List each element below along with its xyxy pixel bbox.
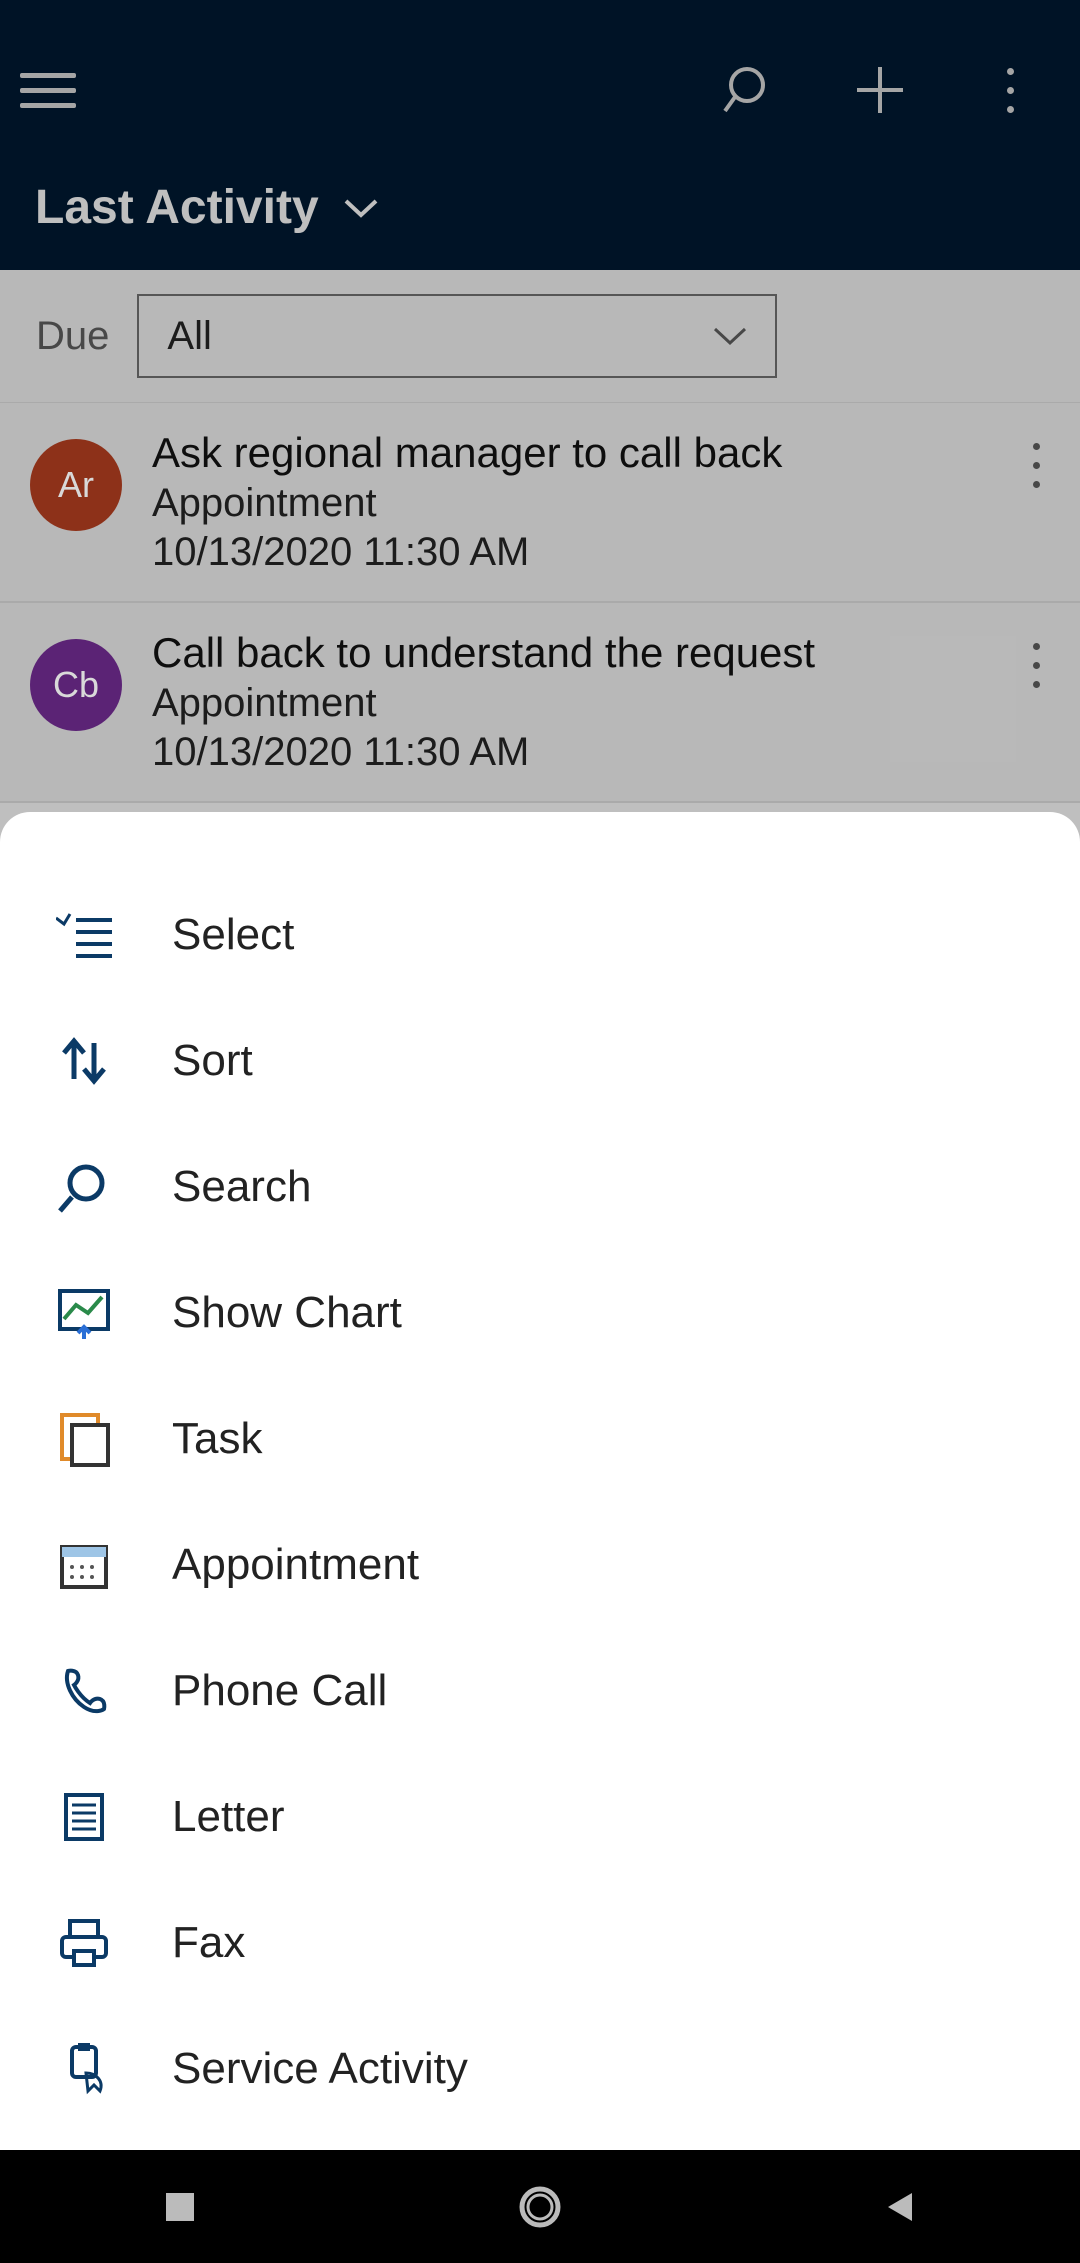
sheet-item-sort[interactable]: Sort bbox=[0, 998, 1080, 1124]
home-button[interactable] bbox=[510, 2177, 570, 2237]
sheet-item-label: Letter bbox=[172, 1792, 285, 1842]
fax-icon bbox=[56, 1915, 112, 1971]
sheet-item-fax[interactable]: Fax bbox=[0, 1880, 1080, 2006]
chevron-down-icon bbox=[713, 325, 747, 347]
sheet-item-label: Phone Call bbox=[172, 1666, 387, 1716]
sheet-item-label: Service Activity bbox=[172, 2044, 468, 2094]
back-button[interactable] bbox=[870, 2177, 930, 2237]
filter-row: Due All bbox=[0, 270, 1080, 403]
service-icon bbox=[56, 2041, 112, 2097]
due-filter-select[interactable]: All bbox=[137, 294, 777, 378]
filter-value: All bbox=[167, 314, 211, 359]
calendar-icon bbox=[56, 1537, 112, 1593]
activity-list: Ar Ask regional manager to call back App… bbox=[0, 403, 1080, 803]
sheet-item-search[interactable]: Search bbox=[0, 1124, 1080, 1250]
phone-icon bbox=[56, 1663, 112, 1719]
task-icon bbox=[56, 1411, 112, 1467]
menu-icon[interactable] bbox=[20, 60, 80, 120]
chevron-down-icon bbox=[344, 197, 378, 219]
sheet-item-task[interactable]: Task bbox=[0, 1376, 1080, 1502]
add-icon[interactable] bbox=[850, 60, 910, 120]
sheet-item-label: Sort bbox=[172, 1036, 253, 1086]
sort-icon bbox=[56, 1033, 112, 1089]
action-sheet: Select Sort Search Show Chart Task Appointmen… bbox=[0, 812, 1080, 2150]
select-icon bbox=[56, 907, 112, 963]
filter-label: Due bbox=[36, 314, 109, 359]
sheet-item-label: Select bbox=[172, 910, 294, 960]
sheet-item-service[interactable]: Service Activity bbox=[0, 2006, 1080, 2132]
recent-apps-button[interactable] bbox=[150, 2177, 210, 2237]
item-type: Appointment bbox=[152, 481, 1050, 526]
chart-icon bbox=[56, 1285, 112, 1341]
sheet-item-calendar[interactable]: Appointment bbox=[0, 1502, 1080, 1628]
sheet-item-phone[interactable]: Phone Call bbox=[0, 1628, 1080, 1754]
avatar: Ar bbox=[30, 439, 122, 531]
sheet-item-letter[interactable]: Letter bbox=[0, 1754, 1080, 1880]
sheet-item-label: Task bbox=[172, 1414, 262, 1464]
sheet-item-select[interactable]: Select bbox=[0, 872, 1080, 998]
top-bar bbox=[0, 0, 1080, 180]
sheet-item-label: Appointment bbox=[172, 1540, 419, 1590]
avatar: Cb bbox=[30, 639, 122, 731]
item-more-icon[interactable] bbox=[1033, 443, 1040, 488]
page-title: Last Activity bbox=[35, 180, 319, 235]
item-type: Appointment bbox=[152, 681, 1050, 726]
android-nav-bar bbox=[0, 2150, 1080, 2263]
item-date: 10/13/2020 11:30 AM bbox=[152, 730, 1050, 775]
view-selector[interactable]: Last Activity bbox=[0, 180, 1080, 270]
item-title: Ask regional manager to call back bbox=[152, 429, 1050, 477]
item-title: Call back to understand the request bbox=[152, 629, 1050, 677]
sheet-item-label: Search bbox=[172, 1162, 311, 1212]
list-item[interactable]: Ar Ask regional manager to call back App… bbox=[0, 403, 1080, 603]
more-icon[interactable] bbox=[980, 60, 1040, 120]
sheet-item-label: Show Chart bbox=[172, 1288, 402, 1338]
search-icon bbox=[56, 1159, 112, 1215]
item-date: 10/13/2020 11:30 AM bbox=[152, 530, 1050, 575]
item-more-icon[interactable] bbox=[1033, 643, 1040, 688]
sheet-item-chart[interactable]: Show Chart bbox=[0, 1250, 1080, 1376]
letter-icon bbox=[56, 1789, 112, 1845]
search-icon[interactable] bbox=[720, 60, 780, 120]
list-item[interactable]: Cb Call back to understand the request A… bbox=[0, 603, 1080, 803]
sheet-item-label: Fax bbox=[172, 1918, 245, 1968]
